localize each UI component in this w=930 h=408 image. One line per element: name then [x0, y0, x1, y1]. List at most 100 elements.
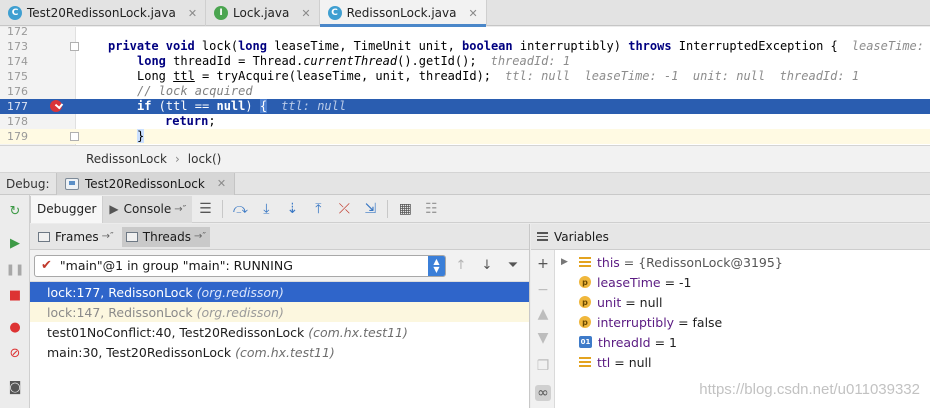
watermark: https://blog.csdn.net/u011039332 — [699, 381, 920, 398]
tab-lock[interactable]: I Lock.java ✕ — [206, 0, 320, 26]
menu-lines-icon[interactable]: ☰ — [194, 198, 216, 220]
pin-icon[interactable]: →″ — [102, 231, 114, 242]
tab-redissonlock[interactable]: C RedissonLock.java ✕ — [319, 0, 487, 27]
code-line[interactable]: 178 return; — [0, 114, 930, 129]
toolbar-separator — [387, 200, 389, 218]
frame-row[interactable]: main:30, Test20RedissonLock (com.hx.test… — [30, 342, 529, 362]
variable-name: interruptibly — [597, 314, 675, 330]
force-step-into-icon[interactable]: ⇣ — [281, 198, 303, 220]
code-line[interactable]: 172 — [0, 27, 930, 39]
variable-row[interactable]: p interruptibly = false — [579, 312, 722, 332]
duplicate-icon[interactable]: ❐ — [535, 358, 551, 374]
tab-label: Debugger — [37, 202, 97, 216]
frame-package: (org.redisson) — [196, 284, 284, 300]
move-up-icon[interactable]: ▲ — [535, 306, 551, 322]
caret-line[interactable]: 179 } — [0, 129, 930, 144]
variable-row[interactable]: ▶ this = {RedissonLock@3195} — [561, 252, 783, 272]
tab-threads[interactable]: Threads →″ — [121, 226, 211, 247]
pin-icon[interactable]: →″ — [194, 231, 206, 242]
close-icon[interactable]: ✕ — [301, 7, 310, 20]
tab-frames[interactable]: Frames →″ — [34, 227, 118, 247]
arrow-up-icon[interactable]: ↑ — [450, 255, 472, 277]
breakpoint-icon[interactable] — [50, 100, 62, 112]
close-icon[interactable]: ✕ — [217, 177, 226, 190]
code-text: return; — [165, 114, 216, 128]
tab-console[interactable]: ▶ Console →″ — [103, 195, 193, 223]
move-down-icon[interactable]: ▼ — [535, 330, 551, 346]
variable-row[interactable]: 01 threadId = 1 — [579, 332, 677, 352]
tab-test20redissonlock[interactable]: C Test20RedissonLock.java ✕ — [0, 0, 207, 26]
mute-breakpoints-icon[interactable]: ⊘ — [7, 345, 23, 361]
interface-icon: I — [214, 6, 229, 20]
fold-marker-icon[interactable] — [70, 132, 79, 141]
drop-frame-icon[interactable]: ⤫ — [333, 198, 355, 220]
variable-row[interactable]: p unit = null — [579, 292, 662, 312]
breadcrumb-item-class[interactable]: RedissonLock — [86, 152, 167, 166]
filter-icon[interactable]: ⏷ — [502, 255, 524, 277]
variable-name: this — [597, 254, 620, 270]
tab-label: Frames — [55, 229, 99, 244]
fold-marker-icon[interactable] — [70, 42, 79, 51]
variable-row[interactable]: p leaseTime = -1 — [579, 272, 692, 292]
code-line[interactable]: 175 Long ttl = tryAcquire(leaseTime, uni… — [0, 69, 930, 84]
chevron-updown-icon[interactable]: ▲ ▼ — [428, 255, 445, 276]
add-watch-icon[interactable]: + — [535, 256, 551, 272]
variable-row[interactable]: ttl = null — [579, 352, 652, 372]
line-number: 175 — [7, 70, 28, 83]
debug-tool-window-header: Debug: Test20RedissonLock ✕ — [0, 172, 930, 195]
param-icon: p — [579, 316, 591, 328]
pause-icon[interactable]: ❚❚ — [6, 261, 24, 277]
close-icon[interactable]: ✕ — [468, 7, 477, 20]
code-text: long threadId = Thread.currentThread().g… — [137, 54, 571, 68]
frame-package: (org.redisson) — [196, 304, 284, 320]
code-line[interactable]: 173 private void lock(long leaseTime, Ti… — [0, 39, 930, 54]
tab-label: Test20RedissonLock.java — [27, 6, 176, 20]
rerun-icon[interactable]: ↻ — [7, 203, 23, 219]
pin-icon[interactable]: →″ — [174, 204, 186, 215]
code-text: // lock acquired — [137, 84, 253, 98]
debug-session-tab[interactable]: Test20RedissonLock ✕ — [56, 172, 236, 195]
camera-icon[interactable]: ◙ — [7, 379, 23, 395]
thread-select[interactable]: ✔ "main"@1 in group "main": RUNNING ▲ ▼ — [34, 254, 446, 277]
step-out-icon[interactable]: ⤒ — [307, 198, 329, 220]
frame-method: lock:177, RedissonLock — [47, 284, 193, 300]
code-line[interactable]: 176 // lock acquired — [0, 84, 930, 99]
frame-row[interactable]: test01NoConflict:40, Test20RedissonLock … — [30, 322, 529, 342]
close-icon[interactable]: ✕ — [188, 7, 197, 20]
debug-label: Debug: — [6, 176, 50, 191]
code-editor[interactable]: 172 173 private void lock(long leaseTime… — [0, 27, 930, 145]
step-over-icon[interactable]: ⤼ — [229, 198, 251, 220]
frame-row[interactable]: lock:147, RedissonLock (org.redisson) — [30, 302, 529, 322]
variables-header: Variables — [531, 224, 930, 250]
breadcrumb-item-method[interactable]: lock() — [188, 152, 222, 166]
trace-stream-icon[interactable]: ☷ — [420, 198, 442, 220]
execution-point-line[interactable]: 177 if (ttl == null) {ttl: null — [0, 99, 930, 114]
arrow-down-icon[interactable]: ↓ — [476, 255, 498, 277]
run-to-cursor-icon[interactable]: ⇲ — [359, 198, 381, 220]
editor-tab-bar: C Test20RedissonLock.java ✕ I Lock.java … — [0, 0, 930, 27]
class-icon: C — [8, 6, 22, 20]
variable-value: null — [639, 294, 663, 310]
step-into-icon[interactable]: ⤓ — [255, 198, 277, 220]
breadcrumb: RedissonLock › lock() — [0, 145, 930, 173]
frames-icon — [38, 231, 50, 242]
thread-select-value: "main"@1 in group "main": RUNNING — [59, 258, 293, 273]
frame-row[interactable]: lock:177, RedissonLock (org.redisson) — [30, 282, 529, 302]
debug-side-toolbar: ↻ ▶ ❚❚ ■ ● ⊘ ◙ — [0, 195, 30, 408]
expand-arrow-icon[interactable]: ▶ — [561, 257, 573, 267]
tab-label: RedissonLock.java — [346, 6, 457, 20]
glasses-icon[interactable]: ∞ — [535, 385, 551, 401]
field-icon — [579, 257, 591, 267]
tab-label: Console — [123, 202, 172, 216]
resume-icon[interactable]: ▶ — [7, 235, 23, 251]
param-icon: p — [579, 296, 591, 308]
remove-watch-icon[interactable]: − — [535, 282, 551, 298]
stop-icon[interactable]: ■ — [7, 287, 23, 303]
view-breakpoints-icon[interactable]: ● — [7, 319, 23, 335]
tab-label: Lock.java — [233, 6, 290, 20]
frame-package: (com.hx.test11) — [308, 324, 408, 340]
threads-icon — [125, 231, 138, 242]
tab-debugger[interactable]: Debugger — [30, 195, 104, 223]
evaluate-expression-icon[interactable]: ▦ — [394, 198, 416, 220]
code-line[interactable]: 174 long threadId = Thread.currentThread… — [0, 54, 930, 69]
